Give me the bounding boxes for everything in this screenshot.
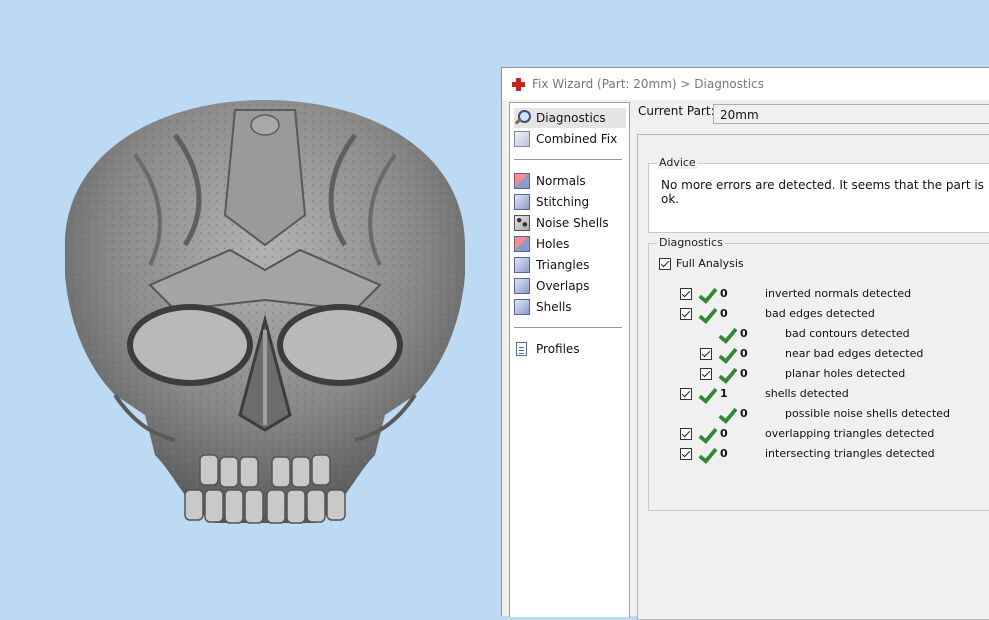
shells-label: shells detected (765, 387, 849, 400)
sidebar-item-shells[interactable]: Shells (514, 297, 576, 317)
cube-icon (514, 257, 530, 273)
current-part-field[interactable]: 20mm (713, 104, 989, 124)
cube-red-icon (514, 236, 530, 252)
bad-edges-label: bad edges detected (765, 307, 875, 320)
dotted-cube-icon (514, 215, 530, 231)
advice-title: Advice (657, 156, 698, 169)
sidebar-item-label: Diagnostics (536, 111, 606, 125)
near-bad-edges-count: 0 (740, 347, 748, 360)
fix-wizard-cross-icon (512, 77, 525, 91)
full-analysis-checkbox[interactable] (659, 258, 671, 270)
advice-group: Advice No more errors are detected. It s… (648, 156, 989, 233)
sidebar-item-stitching[interactable]: Stitching (514, 192, 593, 212)
sidebar-item-label: Overlaps (536, 279, 590, 293)
sidebar-item-triangles[interactable]: Triangles (514, 255, 593, 275)
wizard-main-panel: Current Part: 20mm Advice No more errors… (629, 102, 989, 620)
full-analysis-label: Full Analysis (676, 257, 744, 270)
green-check-icon (718, 407, 738, 423)
green-check-icon (698, 427, 718, 443)
title-bar[interactable]: Fix Wizard (Part: 20mm) > Diagnostics (502, 68, 989, 100)
sidebar-item-diagnostics[interactable]: Diagnostics (514, 108, 626, 128)
bad-contours-count: 0 (740, 327, 748, 340)
diagnostics-frame: Advice No more errors are detected. It s… (637, 134, 989, 620)
sidebar-item-label: Stitching (536, 195, 590, 209)
green-check-icon (698, 287, 718, 303)
sidebar-divider (514, 327, 622, 328)
current-part-label: Current Part: (638, 104, 715, 118)
green-check-icon (698, 307, 718, 323)
sidebar-item-label: Profiles (536, 342, 580, 356)
green-check-icon (698, 447, 718, 463)
green-check-icon (718, 347, 738, 363)
inverted-normals-count: 0 (720, 287, 728, 300)
sidebar-item-label: Combined Fix (536, 132, 618, 146)
inverted-normals-checkbox[interactable] (680, 288, 692, 300)
skull-ring-model[interactable] (55, 95, 475, 535)
bad-edges-checkbox[interactable] (680, 308, 692, 320)
noise-shells-label: possible noise shells detected (785, 407, 951, 420)
bad-contours-label: bad contours detected (785, 327, 910, 340)
inverted-normals-label: inverted normals detected (765, 287, 912, 300)
sidebar-item-noise-shells[interactable]: Noise Shells (514, 213, 613, 233)
intersecting-triangles-checkbox[interactable] (680, 448, 692, 460)
near-bad-edges-label: near bad edges detected (785, 347, 924, 360)
document-icon (514, 341, 530, 357)
overlapping-triangles-label: overlapping triangles detected (765, 427, 935, 440)
sidebar-divider (514, 159, 622, 160)
cube-icon (514, 131, 530, 147)
bad-edges-count: 0 (720, 307, 728, 320)
window-title: Fix Wizard (Part: 20mm) > Diagnostics (532, 77, 764, 91)
near-bad-edges-checkbox[interactable] (700, 348, 712, 360)
sidebar-item-label: Normals (536, 174, 586, 188)
advice-text: No more errors are detected. It seems th… (661, 178, 984, 206)
overlapping-triangles-checkbox[interactable] (680, 428, 692, 440)
noise-shells-count: 0 (740, 407, 748, 420)
sidebar-item-normals[interactable]: Normals (514, 171, 590, 191)
cube-icon (514, 299, 530, 315)
planar-holes-count: 0 (740, 367, 748, 380)
planar-holes-label: planar holes detected (785, 367, 906, 380)
sidebar-item-label: Shells (536, 300, 572, 314)
diagnostics-title: Diagnostics (657, 236, 725, 249)
sidebar-item-profiles[interactable]: Profiles (514, 339, 584, 359)
sidebar-item-label: Noise Shells (536, 216, 609, 230)
sidebar-item-overlaps[interactable]: Overlaps (514, 276, 593, 296)
diagnostics-group: Diagnostics Full Analysis 0 inverted nor… (648, 236, 989, 511)
shells-checkbox[interactable] (680, 388, 692, 400)
skull-model-render (65, 100, 465, 524)
shells-count: 1 (720, 387, 728, 400)
overlapping-triangles-count: 0 (720, 427, 728, 440)
sidebar-item-combined-fix[interactable]: Combined Fix (514, 129, 621, 149)
sidebar-item-label: Holes (536, 237, 570, 251)
sidebar-item-label: Triangles (536, 258, 590, 272)
intersecting-triangles-count: 0 (720, 447, 728, 460)
planar-holes-checkbox[interactable] (700, 368, 712, 380)
green-check-icon (698, 387, 718, 403)
green-check-icon (718, 327, 738, 343)
wizard-sidebar: Diagnostics Combined Fix Normals Stitchi… (509, 102, 630, 617)
intersecting-triangles-label: intersecting triangles detected (765, 447, 935, 460)
cube-red-icon (514, 173, 530, 189)
fix-wizard-window[interactable]: Fix Wizard (Part: 20mm) > Diagnostics Di… (501, 67, 989, 620)
magnifier-icon (514, 110, 531, 126)
sidebar-item-holes[interactable]: Holes (514, 234, 573, 254)
cube-icon (514, 194, 530, 210)
green-check-icon (718, 367, 738, 383)
cube-icon (514, 278, 530, 294)
